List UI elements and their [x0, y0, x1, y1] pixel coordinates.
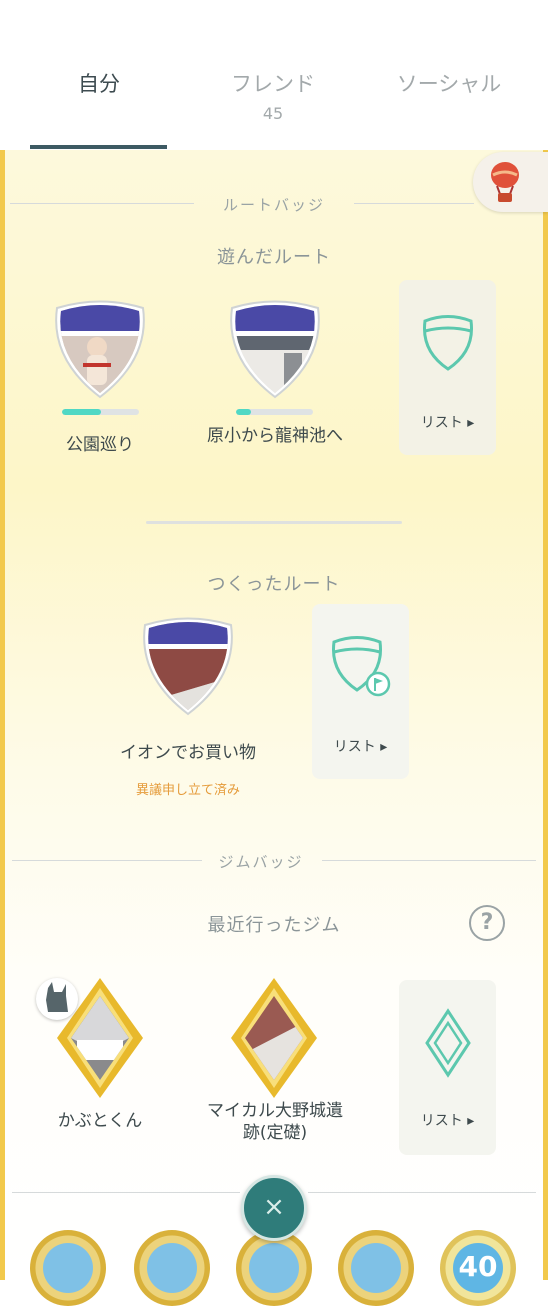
- gym-defender-avatar: [36, 978, 78, 1020]
- balloon-icon: [491, 162, 519, 202]
- route-name-school: 原小から龍神池へ: [207, 426, 343, 446]
- played-routes-list-button[interactable]: リスト ▸: [399, 280, 496, 455]
- help-icon[interactable]: ?: [469, 905, 505, 941]
- active-tab-indicator: [30, 145, 167, 149]
- tab-me[interactable]: 自分: [24, 68, 174, 98]
- route-badge-divider: ルートバッジ: [222, 196, 325, 214]
- divider-line-right: [354, 203, 474, 204]
- friend-count: 45: [262, 104, 284, 123]
- route-name-park: 公園巡り: [66, 435, 134, 455]
- route-badge-park-icon[interactable]: [53, 297, 147, 399]
- played-list-label: リスト ▸: [420, 415, 475, 431]
- divider-line-left: [10, 203, 194, 204]
- gym-divider-line-left: [12, 860, 202, 861]
- gym-badge-mycal-icon[interactable]: [231, 978, 317, 1098]
- balloon-shortcut[interactable]: [473, 152, 548, 212]
- route-shield-flag-icon: [331, 636, 391, 697]
- park-route-progress: [62, 409, 139, 415]
- gym-name-mycal: マイカル大野城遺跡(定礎): [207, 1101, 343, 1143]
- pikachu-silhouette-icon: [46, 982, 68, 1012]
- bottom-divider-left: [12, 1192, 240, 1193]
- medal-4[interactable]: [338, 1230, 414, 1306]
- gyms-list-button[interactable]: リスト ▸: [399, 980, 496, 1155]
- tab-friends[interactable]: フレンド: [198, 68, 348, 98]
- gym-divider-line-right: [322, 860, 536, 861]
- tab-social[interactable]: ソーシャル: [374, 68, 524, 98]
- medal-3[interactable]: [236, 1230, 312, 1306]
- recent-gyms-title: 最近行ったジム: [207, 915, 341, 936]
- medal-level-number: 40: [458, 1250, 498, 1283]
- route-badge-school-icon[interactable]: [228, 297, 322, 399]
- section-separator: [146, 521, 402, 524]
- close-button[interactable]: ×: [241, 1175, 307, 1241]
- played-routes-title: 遊んだルート: [217, 247, 331, 268]
- school-route-progress: [236, 409, 313, 415]
- medal-1[interactable]: [30, 1230, 106, 1306]
- created-routes-list-button[interactable]: リスト ▸: [312, 604, 409, 779]
- gyms-list-label: リスト ▸: [420, 1113, 475, 1129]
- created-routes-title: つくったルート: [207, 574, 341, 595]
- route-badge-aeon-icon[interactable]: [141, 614, 235, 716]
- route-name-aeon: イオンでお買い物: [120, 743, 256, 763]
- gym-name-kabuto: かぶとくん: [57, 1111, 143, 1131]
- profile-tabs: 自分 フレンド 45 ソーシャル: [0, 0, 548, 150]
- created-list-label: リスト ▸: [333, 739, 388, 755]
- medal-level[interactable]: 40: [440, 1230, 516, 1306]
- gym-badge-divider: ジムバッジ: [218, 853, 304, 871]
- objection-status: 異議申し立て済み: [135, 783, 240, 798]
- gym-diamond-outline-icon: [425, 1008, 471, 1078]
- route-shield-outline-icon: [422, 315, 474, 371]
- bottom-divider-right: [308, 1192, 536, 1193]
- medal-2[interactable]: [134, 1230, 210, 1306]
